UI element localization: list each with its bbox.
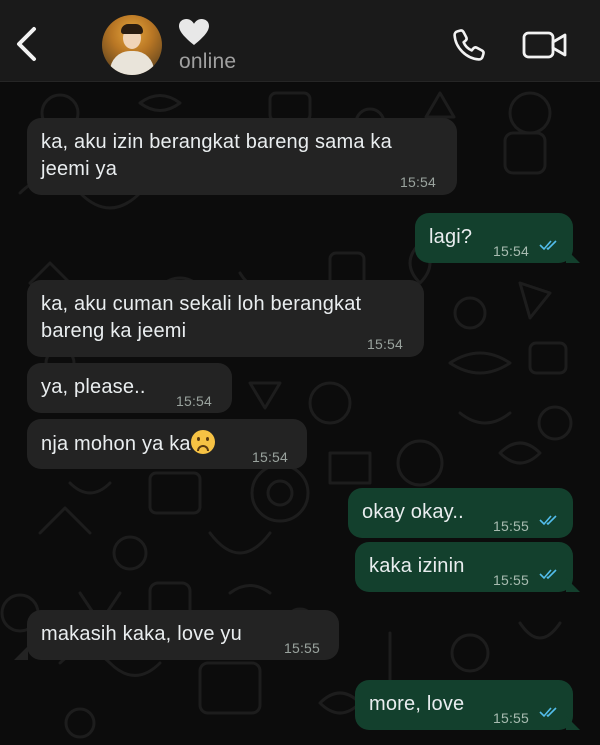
message-bubble-incoming[interactable]: ya, please.. 15:54 <box>27 363 232 413</box>
contact-status: online <box>179 50 237 73</box>
message-text-line: bareng ka jeemi <box>41 320 187 342</box>
message-time: 15:54 <box>493 243 530 259</box>
message-time: 15:54 <box>367 336 404 352</box>
message-time: 15:55 <box>493 572 530 588</box>
message-time: 15:54 <box>252 449 289 465</box>
message-text: kaka izinin <box>369 555 465 577</box>
video-call-button[interactable] <box>522 30 568 60</box>
message-bubble-incoming[interactable]: ka, aku izin berangkat bareng sama ka je… <box>27 118 457 195</box>
white-heart-icon[interactable] <box>178 18 210 46</box>
chevron-left-icon <box>17 27 36 61</box>
chat-header: online <box>0 0 600 82</box>
bubble-tail <box>566 716 580 730</box>
message-text: more, love <box>369 693 465 715</box>
read-receipt-icon <box>539 707 557 718</box>
chat-area[interactable]: ka, aku izin berangkat bareng sama ka je… <box>0 83 600 745</box>
message-time: 15:55 <box>493 518 530 534</box>
message-text: okay okay.. <box>362 501 464 523</box>
bubble-tail <box>14 646 28 660</box>
message-text: ya, please.. <box>41 376 146 398</box>
read-receipt-icon <box>539 515 557 526</box>
frowning-face-emoji-icon <box>190 430 215 454</box>
phone-icon <box>453 29 485 61</box>
message-bubble-outgoing[interactable]: okay okay.. 15:55 <box>348 488 573 538</box>
bubble-tail <box>566 249 580 263</box>
message-bubble-outgoing[interactable]: lagi? 15:54 <box>415 213 573 263</box>
message-bubble-outgoing[interactable]: more, love 15:55 <box>355 680 573 730</box>
message-time: 15:55 <box>284 640 321 656</box>
avatar-hair <box>121 24 143 34</box>
message-time: 15:55 <box>493 710 530 726</box>
message-text: nja mohon ya ka <box>41 433 191 455</box>
message-text: lagi? <box>429 226 473 248</box>
avatar-shirt <box>110 51 154 75</box>
bubble-tail <box>566 578 580 592</box>
message-bubble-incoming[interactable]: ka, aku cuman sekali loh berangkat baren… <box>27 280 424 357</box>
read-receipt-icon <box>539 240 557 251</box>
voice-call-button[interactable] <box>452 28 486 62</box>
message-bubble-incoming[interactable]: nja mohon ya ka 15:54 <box>27 419 307 469</box>
message-time: 15:54 <box>176 393 213 409</box>
message-bubble-incoming[interactable]: makasih kaka, love yu 15:55 <box>27 610 339 660</box>
message-bubble-outgoing[interactable]: kaka izinin 15:55 <box>355 542 573 592</box>
back-button[interactable] <box>8 22 48 66</box>
message-text-line: ka, aku cuman sekali loh berangkat <box>41 293 362 315</box>
message-text-line: jeemi ya <box>41 158 118 180</box>
contact-avatar[interactable] <box>102 15 162 75</box>
message-text: makasih kaka, love yu <box>41 623 242 645</box>
message-time: 15:54 <box>400 174 437 190</box>
video-camera-icon <box>522 31 567 59</box>
message-text-line: ka, aku izin berangkat bareng sama ka <box>41 131 392 153</box>
read-receipt-icon <box>539 569 557 580</box>
